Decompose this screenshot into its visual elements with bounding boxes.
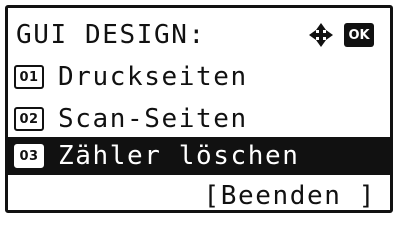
menu-item-number: 02 bbox=[14, 107, 44, 131]
menu-item-druckseiten[interactable]: 01 Druckseiten bbox=[8, 58, 390, 96]
header-bar: GUI DESIGN: OK bbox=[8, 16, 390, 54]
menu-item-number: 03 bbox=[14, 144, 44, 168]
footer-bar: [Beenden ] bbox=[8, 179, 390, 210]
screen-title: GUI DESIGN: bbox=[16, 20, 206, 50]
menu-item-scan-seiten[interactable]: 02 Scan-Seiten bbox=[8, 100, 390, 138]
menu-item-number: 01 bbox=[14, 65, 44, 89]
lcd-panel: GUI DESIGN: OK 01 Druckseiten 02 Scan-Se… bbox=[5, 5, 393, 213]
menu-item-label: Druckseiten bbox=[58, 62, 248, 92]
menu-item-label: Scan-Seiten bbox=[58, 104, 248, 134]
menu-item-zaehler-loeschen[interactable]: 03 Zähler löschen bbox=[8, 137, 390, 175]
four-way-arrow-icon bbox=[309, 23, 333, 47]
ok-key-icon: OK bbox=[344, 23, 374, 47]
menu-item-label: Zähler löschen bbox=[58, 141, 300, 171]
end-button[interactable]: [Beenden ] bbox=[203, 179, 376, 210]
